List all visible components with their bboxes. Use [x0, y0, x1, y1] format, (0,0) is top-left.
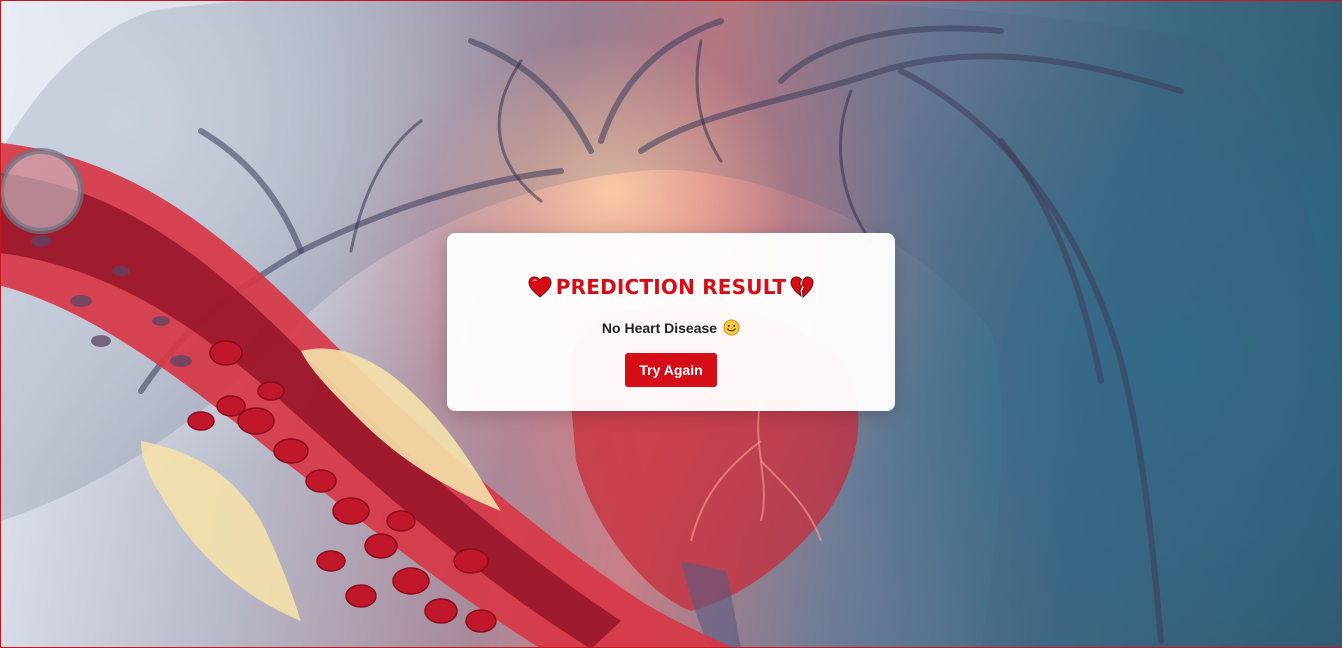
broken-heart-icon: [790, 276, 814, 298]
smiling-face-icon: [723, 319, 740, 336]
result-message-row: No Heart Disease: [447, 319, 895, 336]
result-title: PREDICTION RESULT: [555, 275, 787, 299]
result-title-row: PREDICTION RESULT: [447, 275, 895, 299]
try-again-button[interactable]: Try Again: [625, 353, 717, 387]
prediction-result-card: PREDICTION RESULT No Heart Disease Try A…: [447, 233, 895, 411]
result-message: No Heart Disease: [601, 319, 718, 336]
page-frame: PREDICTION RESULT No Heart Disease Try A…: [0, 0, 1342, 648]
red-heart-icon: [528, 276, 552, 298]
plaque-lower: [141, 441, 301, 621]
vessel-opening: [1, 148, 84, 234]
